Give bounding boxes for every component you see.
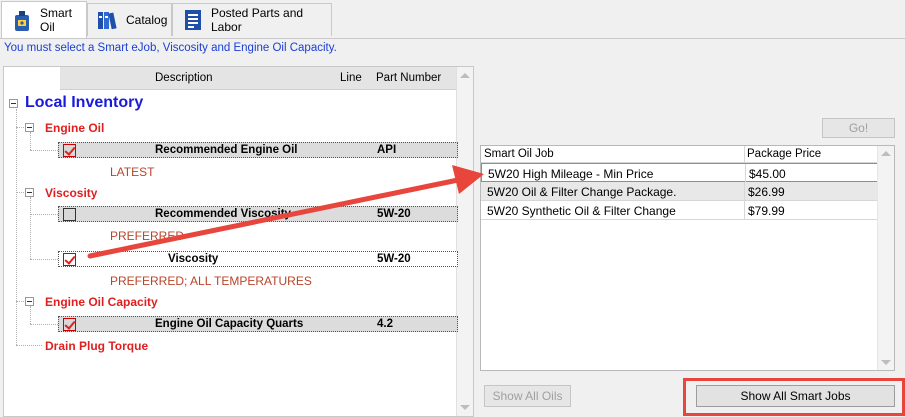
collapse-toggle-icon[interactable]: [9, 99, 18, 108]
tree-line: [30, 132, 31, 150]
column-part-number-header[interactable]: Part Number: [376, 72, 441, 84]
job-name: 5W20 Synthetic Oil & Filter Change: [487, 204, 676, 218]
tree-line: [30, 324, 58, 325]
jobs-table-header: Smart Oil Job Package Price: [481, 146, 878, 163]
job-price: $26.99: [748, 185, 785, 199]
job-price: $79.99: [748, 204, 785, 218]
tree-line: [30, 150, 58, 151]
tab-posted-parts-and-labor[interactable]: Posted Parts and Labor: [172, 3, 332, 36]
row-description: Viscosity: [168, 253, 219, 265]
tab-label: Catalog: [126, 13, 168, 27]
row-checkbox[interactable]: [63, 253, 76, 266]
tree-root-local-inventory[interactable]: Local Inventory: [25, 94, 143, 112]
tree-line: [30, 197, 31, 259]
row-checkbox[interactable]: [63, 318, 76, 331]
tree-group-engine-oil[interactable]: Engine Oil: [45, 121, 104, 135]
column-separator: [744, 146, 745, 162]
job-name: 5W20 Oil & Filter Change Package.: [487, 185, 677, 199]
collapse-toggle-icon[interactable]: [25, 297, 34, 306]
job-name: 5W20 High Mileage - Min Price: [488, 167, 654, 181]
tree-line: [16, 109, 17, 345]
tab-label: Smart Oil: [40, 6, 73, 34]
tree-group-drain-plug-torque[interactable]: Drain Plug Torque: [45, 339, 148, 353]
column-line-header[interactable]: Line: [340, 72, 362, 84]
row-part-number: 4.2: [377, 318, 393, 330]
row-note: PREFERRED; ALL TEMPERATURES: [110, 274, 312, 288]
collapse-toggle-icon[interactable]: [25, 123, 34, 132]
smart-oil-jobs-table: Smart Oil Job Package Price 5W20 High Mi…: [480, 145, 895, 371]
tree-line: [16, 345, 42, 346]
annotation-highlight-box: [683, 378, 905, 416]
row-note: PREFERRED: [110, 229, 185, 243]
row-description: Recommended Viscosity: [155, 208, 291, 220]
job-row[interactable]: 5W20 Synthetic Oil & Filter Change $79.9…: [481, 201, 878, 220]
grid-header: Description Line Part Number: [60, 67, 460, 90]
show-all-oils-button[interactable]: Show All Oils: [484, 385, 571, 407]
go-button[interactable]: Go!: [822, 118, 895, 138]
column-separator: [744, 201, 745, 219]
document-list-icon: [181, 8, 205, 32]
column-description-header[interactable]: Description: [155, 72, 213, 84]
tree-group-engine-oil-capacity[interactable]: Engine Oil Capacity: [45, 295, 158, 309]
tree-line: [30, 214, 58, 215]
row-checkbox[interactable]: [63, 144, 76, 157]
tab-label: Posted Parts and Labor: [211, 6, 304, 34]
row-part-number: 5W-20: [377, 208, 411, 220]
row-note: LATEST: [110, 165, 155, 179]
row-recommended-engine-oil[interactable]: Recommended Engine Oil API: [58, 142, 458, 158]
row-checkbox[interactable]: [63, 208, 76, 221]
tab-smart-oil[interactable]: Smart Oil: [1, 1, 87, 38]
row-engine-oil-capacity-quarts[interactable]: Engine Oil Capacity Quarts 4.2: [58, 316, 458, 332]
tab-catalog[interactable]: Catalog: [87, 3, 172, 36]
row-description: Recommended Engine Oil: [155, 144, 298, 156]
validation-notice: You must select a Smart eJob, Viscosity …: [4, 42, 337, 54]
scroll-down-arrow-icon[interactable]: [460, 405, 470, 410]
row-recommended-viscosity[interactable]: Recommended Viscosity 5W-20: [58, 206, 458, 222]
catalog-books-icon: [96, 8, 120, 32]
row-description: Engine Oil Capacity Quarts: [155, 318, 304, 330]
tree-group-viscosity[interactable]: Viscosity: [45, 186, 97, 200]
scroll-up-arrow-icon[interactable]: [460, 73, 470, 78]
vertical-scrollbar[interactable]: [877, 146, 894, 370]
job-row[interactable]: 5W20 High Mileage - Min Price $45.00: [481, 163, 878, 182]
tree-line: [30, 306, 31, 324]
job-price: $45.00: [749, 167, 786, 181]
oil-bottle-icon: [10, 8, 34, 32]
scroll-up-arrow-icon[interactable]: [881, 151, 891, 156]
inventory-tree-panel: Description Line Part Number Local Inven…: [3, 66, 474, 417]
column-separator: [744, 182, 745, 200]
job-row[interactable]: 5W20 Oil & Filter Change Package. $26.99: [481, 182, 878, 201]
collapse-toggle-icon[interactable]: [25, 188, 34, 197]
tree-line: [30, 259, 58, 260]
row-viscosity[interactable]: Viscosity 5W-20: [58, 251, 458, 267]
tab-bar: Smart Oil Catalog Posted Parts and Labor: [0, 0, 905, 39]
column-package-price-header[interactable]: Package Price: [747, 148, 821, 160]
row-part-number: API: [377, 144, 397, 156]
scroll-down-arrow-icon[interactable]: [881, 360, 891, 365]
column-smart-oil-job-header[interactable]: Smart Oil Job: [484, 148, 554, 160]
vertical-scrollbar[interactable]: [456, 67, 473, 416]
column-separator: [745, 164, 746, 182]
row-part-number: 5W-20: [377, 253, 411, 265]
